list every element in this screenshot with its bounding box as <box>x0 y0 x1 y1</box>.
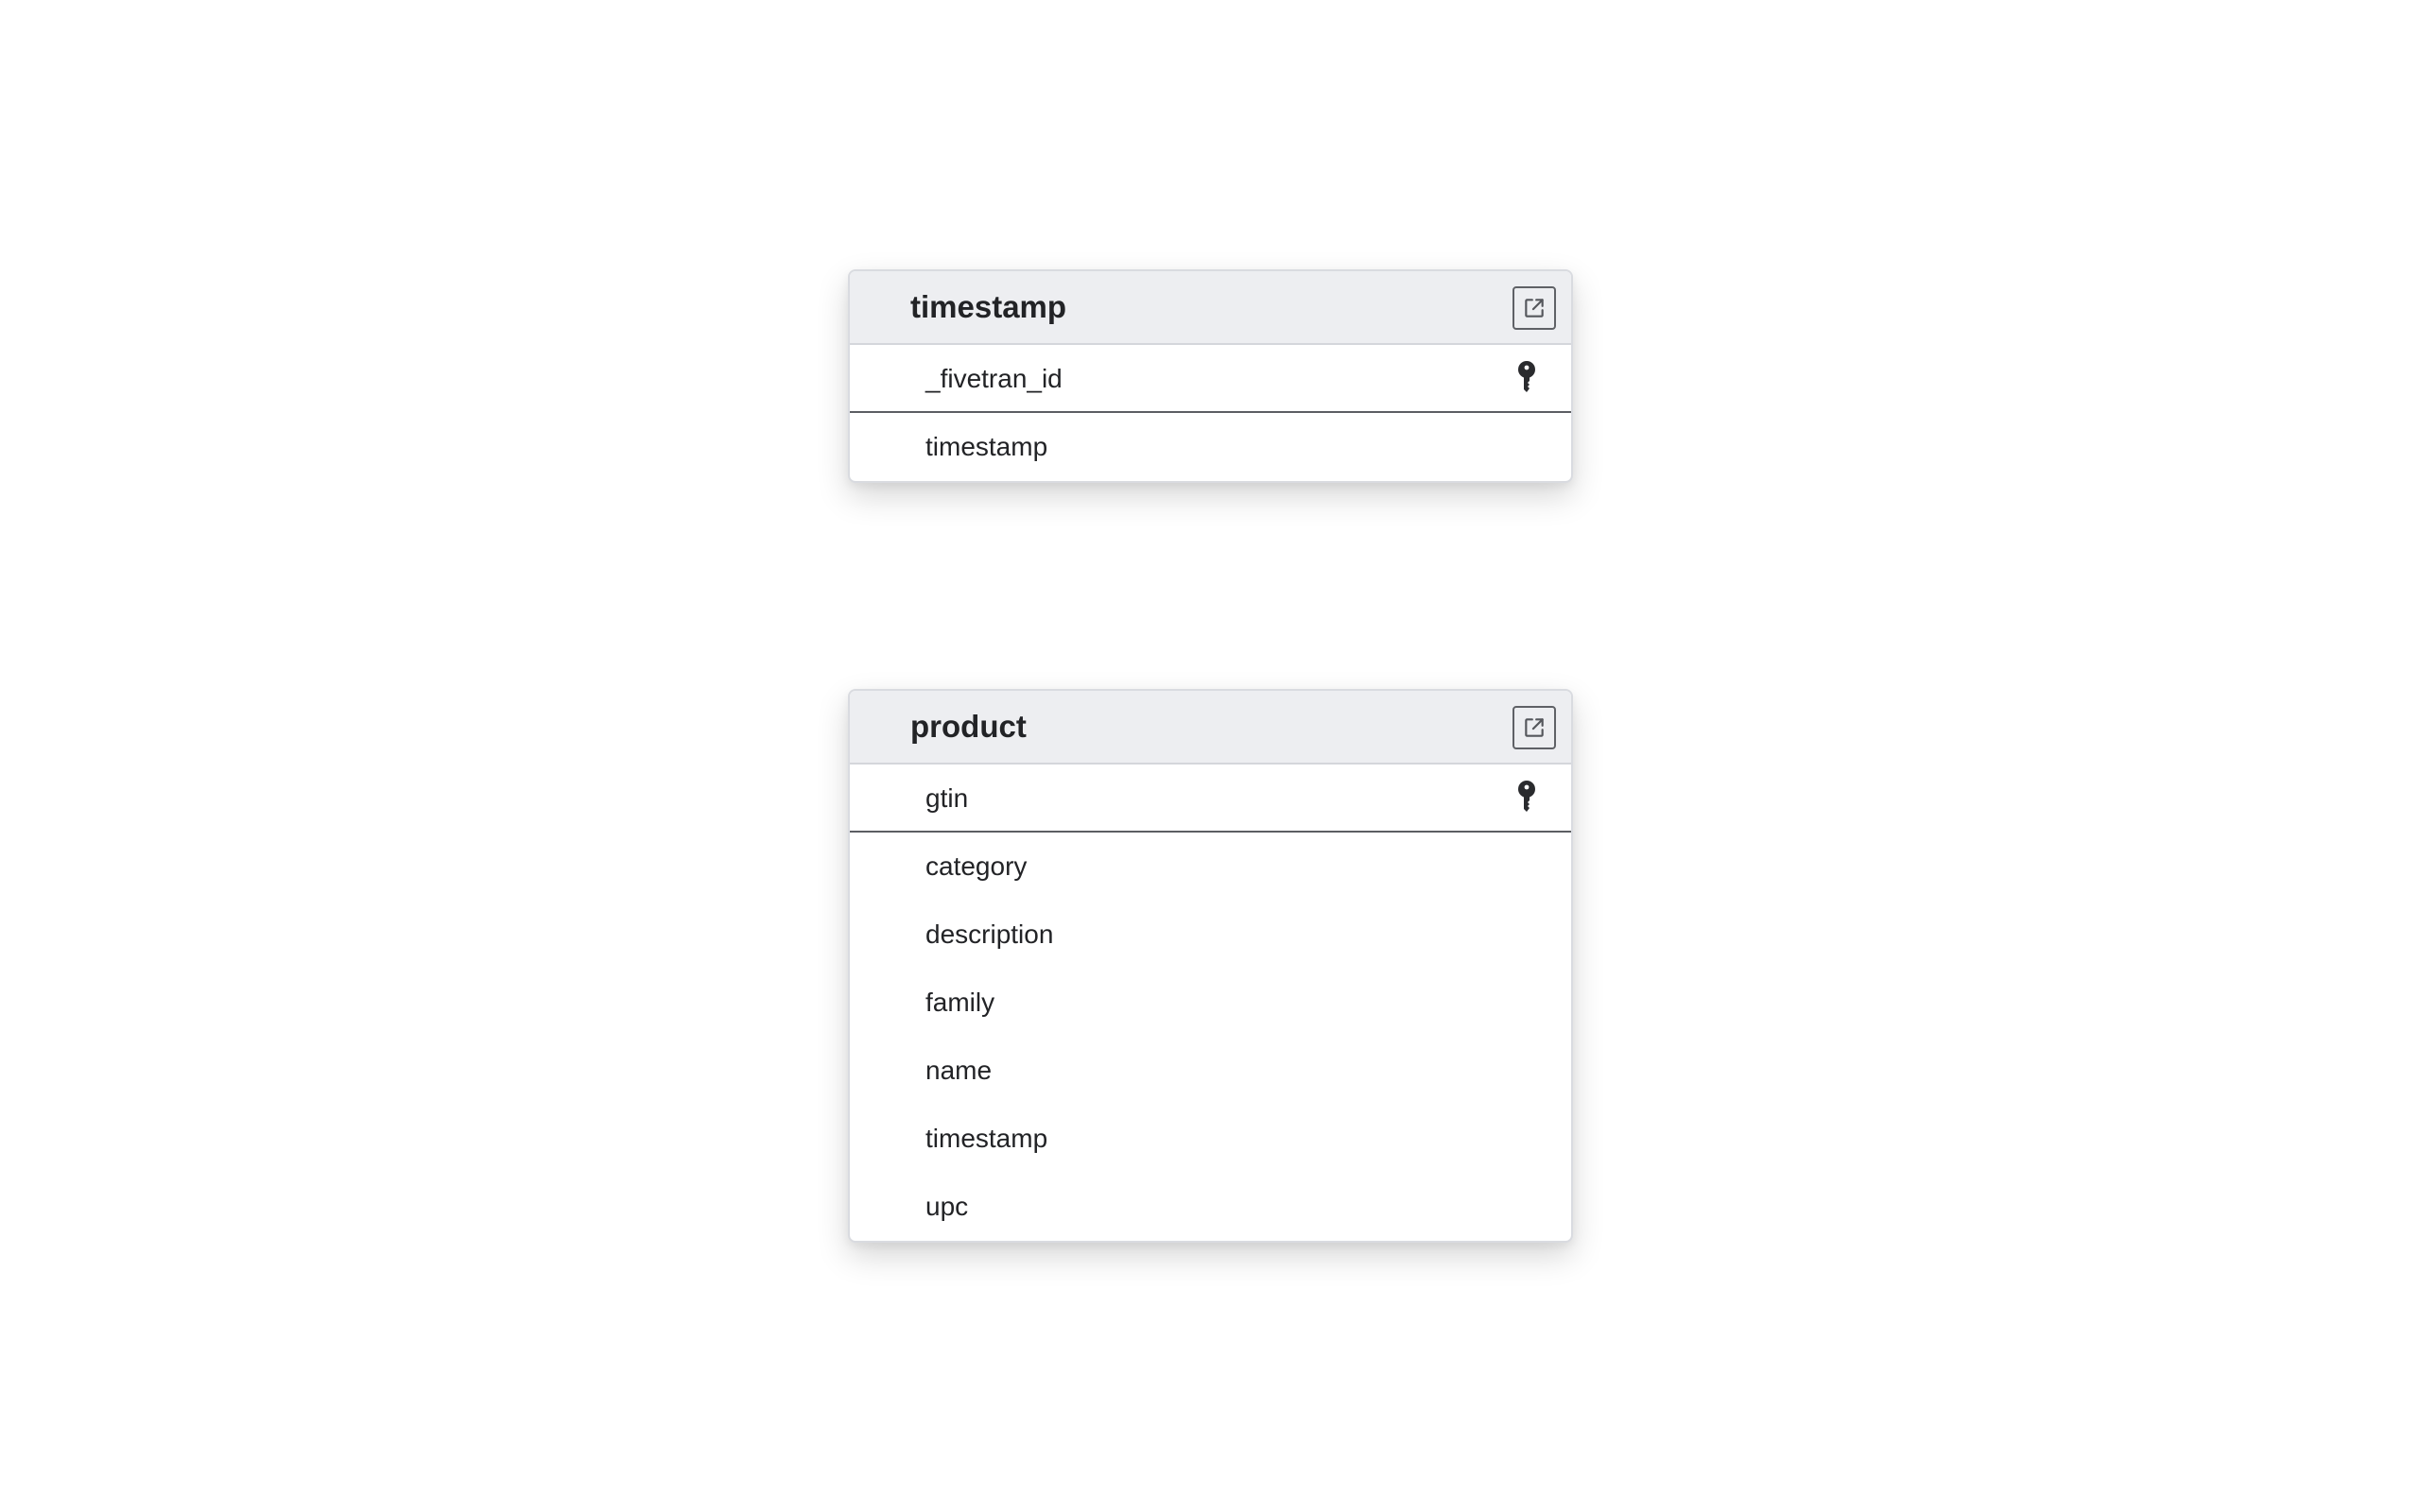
external-link-icon <box>1525 299 1544 318</box>
open-table-button[interactable] <box>1512 286 1556 330</box>
table-title: product <box>910 709 1027 744</box>
primary-key-row[interactable]: _fivetran_id <box>850 345 1571 413</box>
column-name: family <box>925 988 995 1017</box>
column-row[interactable]: family <box>850 969 1571 1037</box>
column-name: description <box>925 919 1054 949</box>
column-row[interactable]: description <box>850 901 1571 969</box>
column-name: timestamp <box>925 432 1048 461</box>
column-name: gtin <box>925 783 969 813</box>
column-row[interactable]: category <box>850 833 1571 901</box>
column-name: timestamp <box>925 1124 1048 1153</box>
table-header: product <box>850 691 1571 765</box>
key-icon <box>1518 781 1535 812</box>
column-name: upc <box>925 1192 969 1221</box>
table-card-product[interactable]: product gtin category description family… <box>848 689 1573 1243</box>
open-table-button[interactable] <box>1512 706 1556 749</box>
primary-key-row[interactable]: gtin <box>850 765 1571 833</box>
column-row[interactable]: name <box>850 1037 1571 1105</box>
table-title: timestamp <box>910 289 1067 324</box>
column-name: category <box>925 851 1028 881</box>
column-row[interactable]: upc <box>850 1173 1571 1241</box>
column-name: name <box>925 1056 993 1085</box>
external-link-icon <box>1525 718 1544 737</box>
table-header: timestamp <box>850 271 1571 345</box>
column-name: _fivetran_id <box>925 364 1063 393</box>
table-card-timestamp[interactable]: timestamp _fivetran_id timestamp <box>848 269 1573 483</box>
column-row[interactable]: timestamp <box>850 1105 1571 1173</box>
column-row[interactable]: timestamp <box>850 413 1571 481</box>
key-icon <box>1518 361 1535 392</box>
